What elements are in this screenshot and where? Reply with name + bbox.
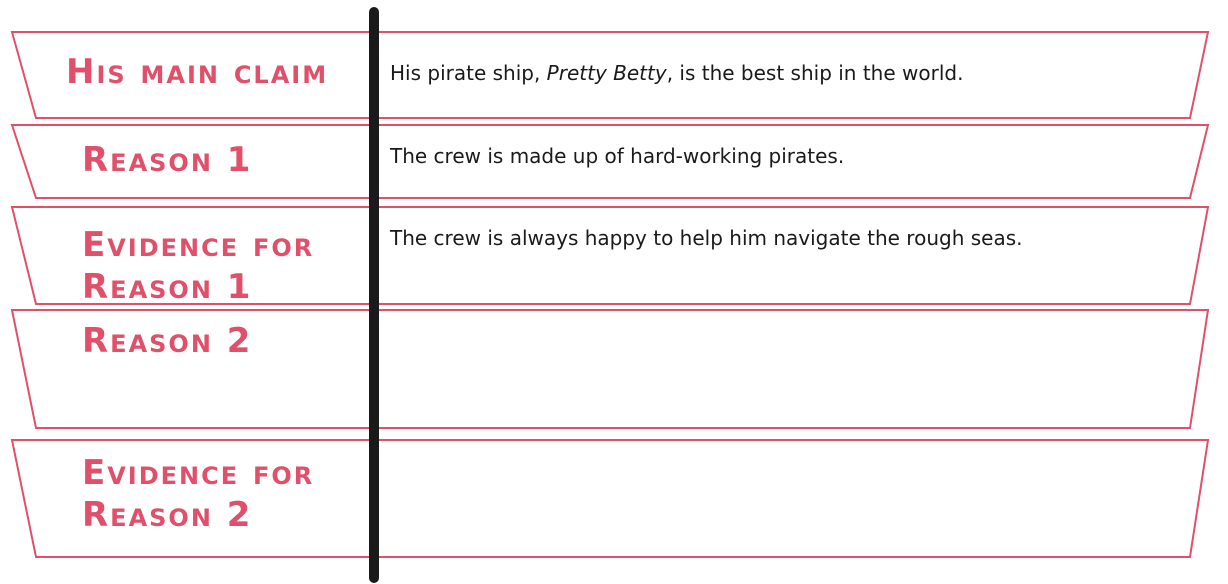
label-evidence-2-line-2: Reason 2 (82, 495, 253, 535)
label-evidence-2-line-1: Evidence for (82, 453, 315, 493)
label-evidence-1: Evidence for Reason 1 (82, 224, 314, 308)
argument-organizer: His main claim His pirate ship, Pretty B… (0, 0, 1228, 584)
label-reason-1: Reason 1 (82, 140, 253, 180)
entry-evidence-1: The crew is always happy to help him nav… (390, 226, 1023, 250)
label-main-claim: His main claim (66, 52, 329, 92)
label-evidence-2: Evidence for Reason 2 (82, 452, 314, 536)
entry-main-claim-ship-name: Pretty Betty (546, 61, 667, 85)
entry-main-claim-end: , is the best ship in the world. (666, 61, 964, 85)
label-reason-2: Reason 2 (82, 321, 253, 361)
label-evidence-1-line-1: Evidence for (82, 225, 315, 265)
entry-main-claim: His pirate ship, Pretty Betty, is the be… (390, 58, 1150, 88)
entry-main-claim-start: His pirate ship, (390, 61, 547, 85)
entry-reason-1: The crew is made up of hard-working pira… (390, 144, 845, 168)
label-evidence-1-line-2: Reason 1 (82, 267, 253, 307)
